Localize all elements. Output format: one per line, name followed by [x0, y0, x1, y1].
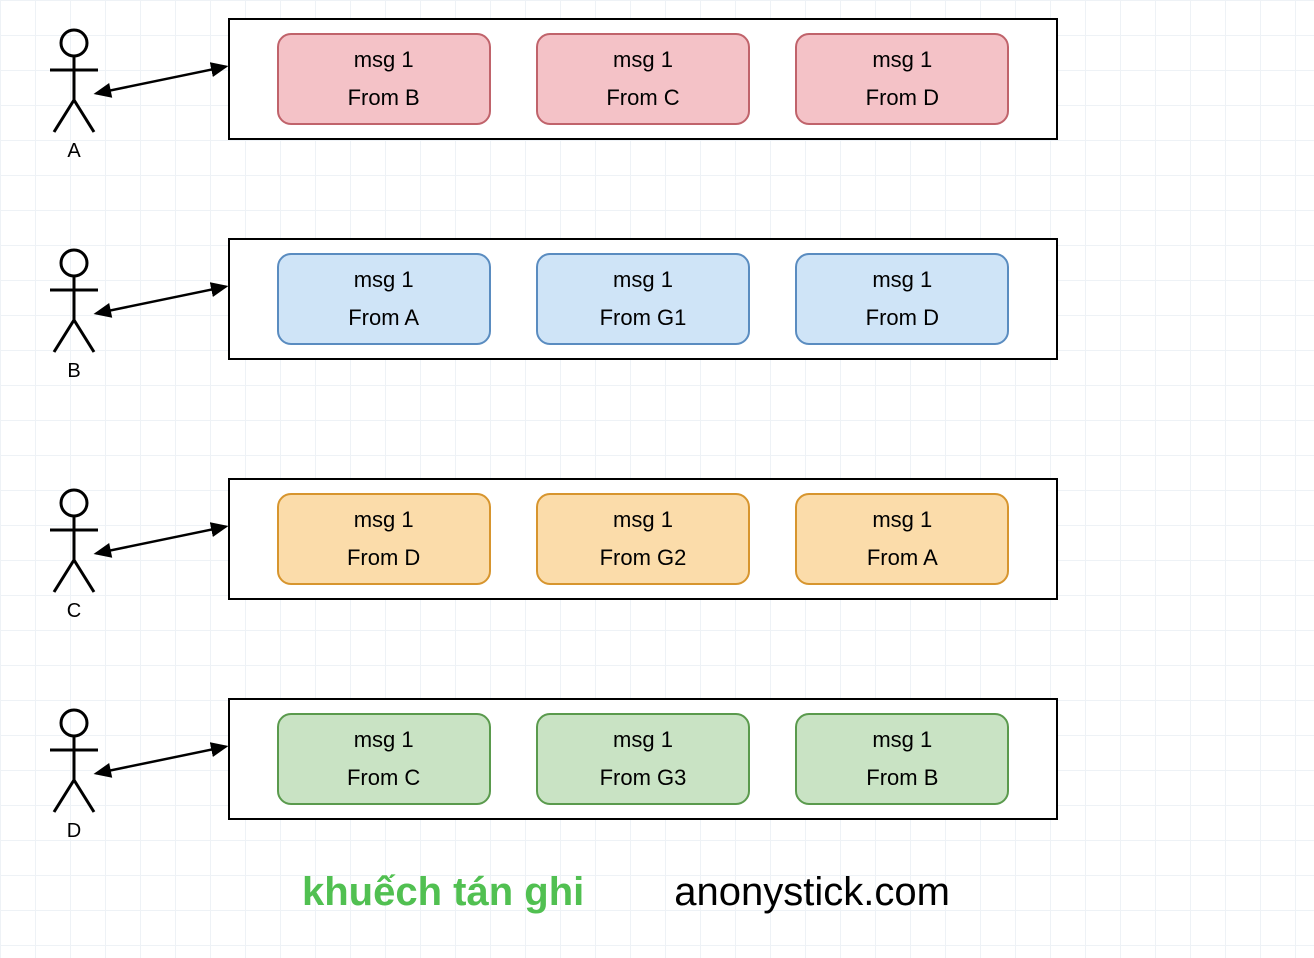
- message-box: msg 1 From C: [277, 713, 491, 805]
- actor-label: A: [34, 140, 114, 163]
- message-title: msg 1: [872, 47, 932, 73]
- message-box: msg 1 From D: [795, 33, 1009, 125]
- message-box: msg 1 From D: [795, 253, 1009, 345]
- message-title: msg 1: [613, 727, 673, 753]
- message-from: From D: [866, 305, 939, 331]
- footer-site: anonystick.com: [674, 870, 950, 915]
- message-box: msg 1 From A: [277, 253, 491, 345]
- message-title: msg 1: [354, 727, 414, 753]
- message-box: msg 1 From C: [536, 33, 750, 125]
- actor-label: B: [34, 360, 114, 383]
- message-title: msg 1: [613, 267, 673, 293]
- message-title: msg 1: [354, 47, 414, 73]
- message-title: msg 1: [872, 507, 932, 533]
- message-container: msg 1 From A msg 1 From G1 msg 1 From D: [228, 238, 1058, 360]
- message-from: From G3: [600, 765, 687, 791]
- message-container: msg 1 From C msg 1 From G3 msg 1 From B: [228, 698, 1058, 820]
- message-box: msg 1 From B: [277, 33, 491, 125]
- bidirectional-arrow-icon: [90, 736, 232, 789]
- bidirectional-arrow-icon: [90, 276, 232, 329]
- message-from: From D: [866, 85, 939, 111]
- message-from: From C: [606, 85, 679, 111]
- message-box: msg 1 From D: [277, 493, 491, 585]
- message-container: msg 1 From B msg 1 From C msg 1 From D: [228, 18, 1058, 140]
- message-title: msg 1: [354, 507, 414, 533]
- message-container: msg 1 From D msg 1 From G2 msg 1 From A: [228, 478, 1058, 600]
- footer: khuếch tán ghi anonystick.com: [302, 870, 950, 915]
- footer-caption: khuếch tán ghi: [302, 870, 584, 915]
- message-from: From G1: [600, 305, 687, 331]
- message-from: From D: [347, 545, 420, 571]
- bidirectional-arrow-icon: [90, 516, 232, 569]
- message-from: From A: [348, 305, 419, 331]
- message-box: msg 1 From G3: [536, 713, 750, 805]
- message-from: From B: [866, 765, 938, 791]
- message-box: msg 1 From A: [795, 493, 1009, 585]
- actor-label: D: [34, 820, 114, 843]
- message-box: msg 1 From B: [795, 713, 1009, 805]
- message-title: msg 1: [872, 727, 932, 753]
- message-box: msg 1 From G1: [536, 253, 750, 345]
- message-title: msg 1: [354, 267, 414, 293]
- bidirectional-arrow-icon: [90, 56, 232, 109]
- message-from: From B: [348, 85, 420, 111]
- message-from: From G2: [600, 545, 687, 571]
- message-from: From C: [347, 765, 420, 791]
- message-from: From A: [867, 545, 938, 571]
- diagram-canvas: A msg 1 From B msg 1 From C msg 1 From D B ms…: [0, 0, 1314, 958]
- message-title: msg 1: [613, 47, 673, 73]
- actor-label: C: [34, 600, 114, 623]
- message-title: msg 1: [613, 507, 673, 533]
- message-box: msg 1 From G2: [536, 493, 750, 585]
- message-title: msg 1: [872, 267, 932, 293]
